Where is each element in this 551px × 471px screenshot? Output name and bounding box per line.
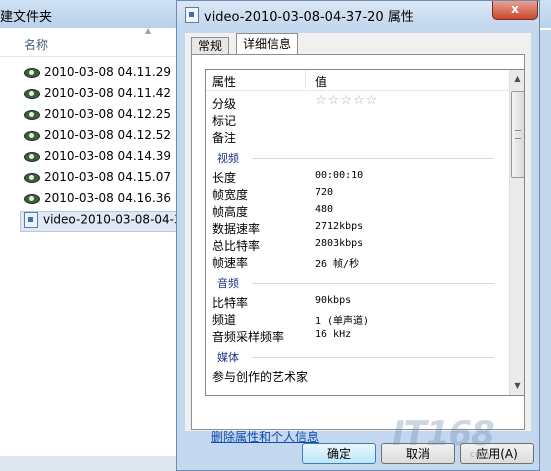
eye-icon [24, 67, 40, 79]
group-header-audio: 音频 [206, 274, 509, 291]
eye-icon [24, 109, 40, 121]
property-row[interactable]: 帧速率 26 帧/秒 [206, 253, 509, 270]
watermark-logo: IT168 [392, 414, 495, 454]
group-label: 媒体 [217, 351, 239, 364]
tab-details[interactable]: 详细信息 [236, 33, 299, 55]
dialog-title-bar[interactable]: video-2010-03-08-04-37-20 属性 [177, 1, 539, 27]
property-list-header: 属性 值 [206, 70, 509, 91]
property-name: 帧宽度 [212, 188, 249, 202]
property-name: 数据速率 [212, 222, 261, 236]
dialog-title: video-2010-03-08-04-37-20 属性 [204, 10, 414, 25]
property-row[interactable]: 标记 [206, 111, 509, 128]
file-item[interactable]: 2010-03-08 04.12.25 [24, 107, 171, 126]
property-value: 720 [315, 187, 334, 198]
properties-dialog: video-2010-03-08-04-37-20 属性 x 常规 详细信息 属… [176, 0, 540, 471]
property-row[interactable]: 分级 ☆☆☆☆☆ [206, 93, 509, 111]
property-row[interactable]: 备注 [206, 128, 509, 145]
property-row[interactable]: 长度 00:00:10 [206, 168, 509, 185]
property-row[interactable]: 帧高度 480 [206, 202, 509, 219]
property-name: 长度 [212, 171, 237, 185]
sort-arrow-icon: ▲ [145, 26, 152, 35]
file-name: 2010-03-08 04.16.36 [44, 191, 171, 205]
eye-icon [24, 172, 40, 184]
property-name: 帧高度 [212, 205, 249, 219]
property-list: 属性 值 分级 ☆☆☆☆☆ 标记 备注 视频 长度 00:00:10 帧宽度 720 … [205, 69, 525, 396]
property-row[interactable]: 音频采样频率 16 kHz [206, 327, 509, 344]
property-row[interactable]: 帧宽度 720 [206, 185, 509, 202]
file-name: 2010-03-08 04.11.42 [44, 86, 171, 100]
file-item-selected[interactable]: video-2010-03-08-04-3 [20, 211, 185, 232]
video-file-icon [24, 212, 38, 228]
property-value: 26 帧/秒 [315, 259, 360, 270]
file-name: 2010-03-08 04.15.07 [44, 170, 171, 184]
group-divider [252, 283, 494, 284]
header-divider[interactable] [305, 70, 306, 89]
file-item[interactable]: 2010-03-08 04.15.07 [24, 170, 171, 189]
close-button[interactable]: x [492, 1, 538, 20]
group-divider [252, 158, 494, 159]
file-name: 2010-03-08 04.12.52 [44, 128, 171, 142]
eye-icon [24, 193, 40, 205]
property-value: 2803kbps [315, 238, 364, 249]
watermark-sub: com [470, 450, 490, 460]
scroll-up-icon[interactable]: ▲ [511, 72, 524, 86]
group-header-media: 媒体 [206, 348, 509, 365]
property-value: 1 (单声道) [315, 316, 370, 327]
file-item[interactable]: 2010-03-08 04.11.29 [24, 65, 171, 84]
property-value: 90kbps [315, 295, 352, 306]
eye-icon [24, 151, 40, 163]
property-name: 音频采样频率 [212, 330, 285, 344]
scroll-down-icon[interactable]: ▼ [511, 379, 524, 393]
header-value[interactable]: 值 [315, 73, 327, 90]
tab-general[interactable]: 常规 [191, 37, 230, 55]
file-item[interactable]: 2010-03-08 04.11.42 [24, 86, 171, 105]
eye-icon [24, 130, 40, 142]
property-row[interactable]: 数据速率 2712kbps [206, 219, 509, 236]
property-value: 16 kHz [315, 329, 352, 340]
property-name: 帧速率 [212, 256, 249, 270]
property-row[interactable]: 总比特率 2803kbps [206, 236, 509, 253]
property-row[interactable]: 频道 1 (单声道) [206, 310, 509, 327]
file-name: video-2010-03-08-04-3 [43, 212, 182, 227]
ok-button[interactable]: 确定 [302, 443, 376, 464]
vertical-scrollbar[interactable]: ▲ ▼ [509, 70, 524, 395]
file-item[interactable]: 2010-03-08 04.16.36 [24, 191, 171, 210]
property-name: 总比特率 [212, 239, 261, 253]
property-row[interactable]: 参与创作的艺术家 [206, 367, 509, 384]
property-value: 00:00:10 [315, 170, 364, 181]
file-name: 2010-03-08 04.14.39 [44, 149, 171, 163]
property-value: 480 [315, 204, 334, 215]
property-value: 2712kbps [315, 221, 364, 232]
property-name: 备注 [212, 131, 237, 145]
property-name: 分级 [212, 97, 237, 111]
rating-stars-icon[interactable]: ☆☆☆☆☆ [315, 93, 378, 108]
group-label: 音频 [217, 277, 239, 290]
property-name: 比特率 [212, 296, 249, 310]
property-name: 参与创作的艺术家 [212, 370, 309, 384]
header-property[interactable]: 属性 [212, 73, 236, 90]
explorer-status-strip [0, 456, 180, 471]
video-file-icon [185, 7, 199, 23]
column-header-name[interactable]: 名称 [24, 36, 48, 53]
explorer-right-edge [540, 30, 551, 471]
group-label: 视频 [217, 152, 239, 165]
group-header-video: 视频 [206, 149, 509, 166]
scrollbar-thumb[interactable] [511, 91, 524, 178]
eye-icon [24, 88, 40, 100]
file-name: 2010-03-08 04.12.25 [44, 107, 171, 121]
explorer-title: 建文件夹 [0, 10, 53, 25]
file-item[interactable]: 2010-03-08 04.12.52 [24, 128, 171, 147]
file-name: 2010-03-08 04.11.29 [44, 65, 171, 79]
dialog-body: 常规 详细信息 属性 值 分级 ☆☆☆☆☆ 标记 备注 视频 长度 00:00:10… [185, 33, 531, 444]
property-name: 频道 [212, 313, 237, 327]
property-name: 标记 [212, 114, 237, 128]
group-divider [252, 357, 494, 358]
details-panel: 属性 值 分级 ☆☆☆☆☆ 标记 备注 视频 长度 00:00:10 帧宽度 720 … [191, 54, 525, 444]
file-item[interactable]: 2010-03-08 04.14.39 [24, 149, 171, 168]
property-row[interactable]: 比特率 90kbps [206, 293, 509, 310]
